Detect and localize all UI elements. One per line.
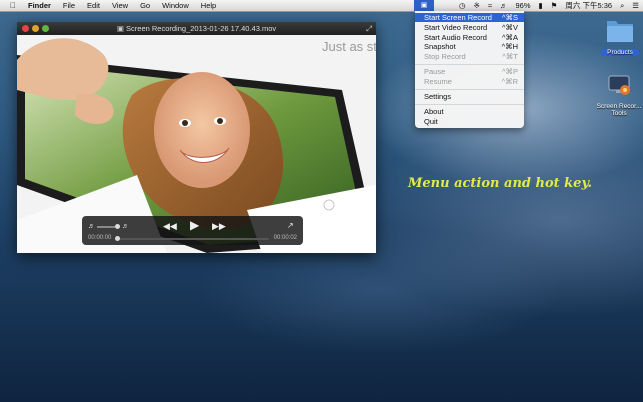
menu-item-shortcut: ^⌘V bbox=[501, 23, 518, 32]
bluetooth-icon[interactable]: ※ bbox=[470, 0, 484, 11]
menu-item-label: Start Audio Record bbox=[424, 33, 487, 42]
video-frame[interactable]: Just as st ♬ ♬ ◀◀ ▶ ▶▶ ↗ 00:00:00 00:00:… bbox=[17, 35, 376, 253]
screen-recorder-tools-app[interactable]: Screen Recor... Tools bbox=[596, 74, 642, 117]
play-icon[interactable]: ▶ bbox=[190, 219, 199, 232]
menu-app-name[interactable]: Finder bbox=[22, 0, 57, 11]
progress-bar[interactable] bbox=[115, 236, 269, 241]
menu-item-label: Start Screen Record bbox=[424, 13, 492, 22]
menu-item-shortcut: ^⌘R bbox=[501, 77, 518, 86]
menu-view[interactable]: View bbox=[106, 0, 134, 11]
menu-item-label: Settings bbox=[424, 92, 452, 101]
promo-caption: Menu action and hot key. bbox=[408, 176, 593, 191]
menu-go[interactable]: Go bbox=[134, 0, 156, 11]
menu-start-screen-record[interactable]: Start Screen Record ^⌘S bbox=[415, 13, 524, 22]
screen-recorder-tools-label: Screen Recor... Tools bbox=[596, 103, 642, 117]
menu-item-shortcut: ^⌘T bbox=[502, 52, 518, 61]
apple-icon[interactable]:  bbox=[0, 0, 22, 11]
player-controls[interactable]: ♬ ♬ ◀◀ ▶ ▶▶ ↗ 00:00:00 00:00:02 bbox=[82, 216, 303, 245]
menubar-status-area: ◷ ※ ≈ ♬ 96% ▮ ⚑ 周六 下午5:36 ⌕ ☰ bbox=[455, 0, 643, 11]
volume-icon[interactable]: ♬ bbox=[496, 0, 512, 11]
remaining-time: 00:00:02 bbox=[273, 235, 297, 241]
screen-recorder-app-icon bbox=[608, 75, 630, 95]
menu-item-shortcut: ^⌘A bbox=[501, 33, 518, 42]
menu-settings[interactable]: Settings bbox=[415, 92, 524, 101]
progress-knob[interactable] bbox=[115, 236, 120, 241]
menu-stop-record: Stop Record ^⌘T bbox=[415, 52, 524, 61]
spotlight-icon[interactable]: ⌕ bbox=[616, 0, 628, 11]
volume-slider[interactable] bbox=[97, 226, 115, 228]
share-icon[interactable]: ↗ bbox=[287, 221, 294, 231]
minimize-button[interactable] bbox=[32, 25, 39, 32]
menu-resume: Resume ^⌘R bbox=[415, 77, 524, 86]
menu-separator bbox=[415, 64, 524, 65]
battery-percent[interactable]: 96% bbox=[511, 0, 534, 11]
menu-item-shortcut: ^⌘S bbox=[501, 13, 518, 22]
video-tagline-text: Just as st bbox=[322, 39, 376, 54]
zoom-button[interactable] bbox=[42, 25, 49, 32]
screen-recorder-status-icon[interactable]: ▣ bbox=[414, 0, 434, 11]
menu-pause: Pause ^⌘P bbox=[415, 67, 524, 76]
menu-file[interactable]: File bbox=[57, 0, 81, 11]
menu-start-audio-record[interactable]: Start Audio Record ^⌘A bbox=[415, 33, 524, 42]
video-player-window: ▣ Screen Recording_2013-01-26 17.40.43.m… bbox=[17, 22, 376, 253]
desktop:  Finder File Edit View Go Window Help ◷… bbox=[0, 0, 643, 402]
products-folder[interactable]: Products bbox=[601, 16, 639, 56]
menu-item-label: Quit bbox=[424, 117, 438, 126]
products-folder-label: Products bbox=[601, 49, 639, 56]
menubar:  Finder File Edit View Go Window Help ◷… bbox=[0, 0, 643, 12]
video-window-title: Screen Recording_2013-01-26 17.40.43.mov bbox=[126, 24, 277, 33]
wifi-icon[interactable]: ≈ bbox=[484, 0, 496, 11]
close-button[interactable] bbox=[22, 25, 29, 32]
menu-separator bbox=[415, 89, 524, 90]
menu-item-label: Stop Record bbox=[424, 52, 466, 61]
volume-high-icon[interactable]: ♬ bbox=[122, 222, 129, 232]
volume-slider-knob[interactable] bbox=[115, 224, 120, 229]
menu-item-label: About bbox=[424, 107, 444, 116]
rewind-icon[interactable]: ◀◀ bbox=[163, 221, 177, 231]
notification-center-icon[interactable]: ☰ bbox=[628, 0, 643, 11]
screen-recorder-menu: Start Screen Record ^⌘S Start Video Reco… bbox=[415, 11, 524, 128]
menu-edit[interactable]: Edit bbox=[81, 0, 106, 11]
clock[interactable]: 周六 下午5:36 bbox=[561, 0, 616, 11]
fullscreen-icon[interactable]: ⤢ bbox=[366, 22, 372, 35]
menu-about[interactable]: About bbox=[415, 107, 524, 116]
battery-icon[interactable]: ▮ bbox=[535, 0, 547, 11]
flag-icon[interactable]: ⚑ bbox=[547, 0, 562, 11]
menu-window[interactable]: Window bbox=[156, 0, 195, 11]
menu-item-shortcut: ^⌘P bbox=[501, 67, 518, 76]
menu-start-video-record[interactable]: Start Video Record ^⌘V bbox=[415, 23, 524, 32]
folder-icon bbox=[607, 21, 633, 42]
volume-low-icon[interactable]: ♬ bbox=[88, 222, 95, 232]
movie-file-icon: ▣ bbox=[116, 24, 127, 33]
menu-item-label: Snapshot bbox=[424, 42, 456, 51]
menu-item-shortcut: ^⌘H bbox=[501, 42, 518, 51]
video-window-titlebar[interactable]: ▣ Screen Recording_2013-01-26 17.40.43.m… bbox=[17, 22, 376, 35]
fast-forward-icon[interactable]: ▶▶ bbox=[212, 221, 226, 231]
menu-snapshot[interactable]: Snapshot ^⌘H bbox=[415, 42, 524, 51]
menu-quit[interactable]: Quit bbox=[415, 117, 524, 126]
menu-item-label: Start Video Record bbox=[424, 23, 488, 32]
menu-separator bbox=[415, 104, 524, 105]
elapsed-time: 00:00:00 bbox=[88, 235, 112, 241]
menu-help[interactable]: Help bbox=[195, 0, 222, 11]
menu-item-label: Pause bbox=[424, 67, 446, 76]
menu-item-label: Resume bbox=[424, 77, 452, 86]
time-machine-icon[interactable]: ◷ bbox=[455, 0, 470, 11]
